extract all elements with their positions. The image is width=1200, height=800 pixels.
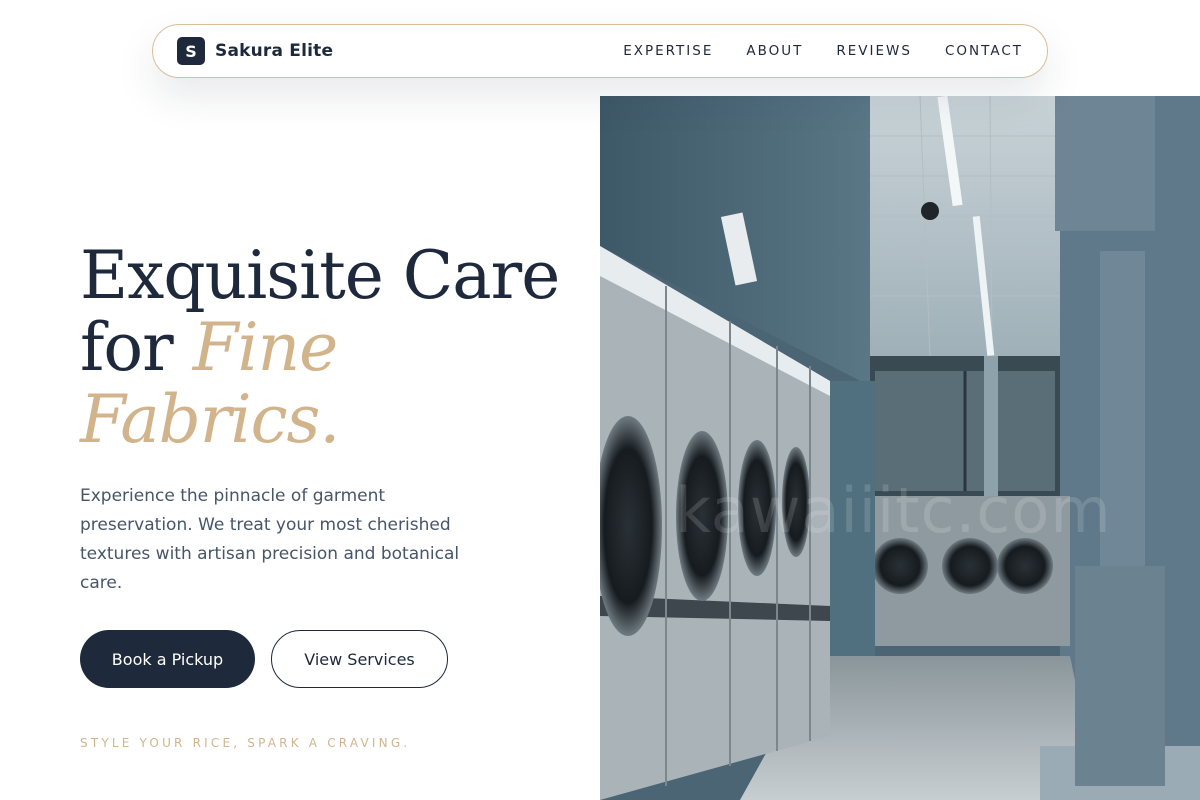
headline-accent-fine: Fine [192, 309, 338, 386]
nav-links: EXPERTISE ABOUT REVIEWS CONTACT [623, 43, 1023, 59]
brand-logo-link[interactable]: S Sakura Elite [177, 37, 333, 65]
brand-name: Sakura Elite [215, 41, 334, 61]
brand-mark-icon: S [177, 37, 205, 65]
hero-tagline: STYLE YOUR RICE, SPARK A CRAVING. [80, 736, 411, 750]
laundromat-illustration [600, 96, 1200, 800]
headline-for: for [80, 309, 174, 386]
view-services-button[interactable]: View Services [271, 630, 448, 688]
headline-line-1: Exquisite Care [80, 237, 560, 314]
hero-headline: Exquisite Care for Fine Fabrics. [80, 240, 580, 456]
hero-laundromat-image: kawaiiitc.com [600, 96, 1200, 800]
nav-link-reviews[interactable]: REVIEWS [836, 43, 912, 59]
hero-description: Experience the pinnacle of garment prese… [80, 486, 460, 593]
nav-link-expertise[interactable]: EXPERTISE [623, 43, 713, 59]
headline-accent-fabrics: Fabrics. [80, 381, 340, 458]
book-pickup-button[interactable]: Book a Pickup [80, 630, 255, 688]
nav-link-about[interactable]: ABOUT [746, 43, 803, 59]
top-navigation: S Sakura Elite EXPERTISE ABOUT REVIEWS C… [152, 24, 1048, 78]
image-watermark: kawaiiitc.com [675, 474, 1112, 547]
nav-link-contact[interactable]: CONTACT [945, 43, 1023, 59]
